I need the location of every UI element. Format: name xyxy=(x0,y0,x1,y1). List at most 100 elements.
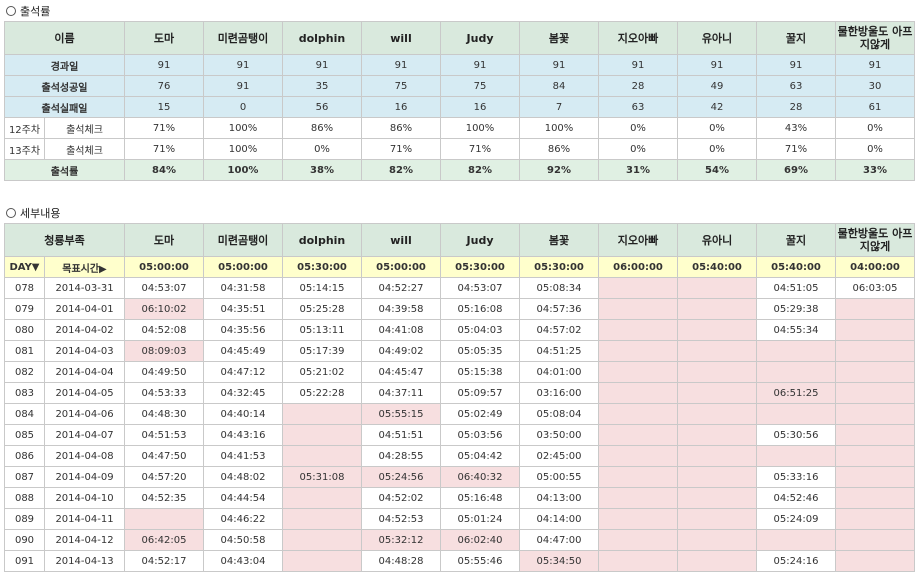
week-rate-value: 0% xyxy=(835,117,915,139)
week-rate-value: 71% xyxy=(756,138,836,160)
missed-time-cell xyxy=(756,340,837,362)
checkin-time-cell: 04:51:51 xyxy=(361,424,442,446)
total-rate-value: 92% xyxy=(519,159,599,181)
week-rate-value: 86% xyxy=(282,117,362,139)
checkin-time-cell: 04:28:55 xyxy=(361,445,442,467)
day-number: 083 xyxy=(4,382,45,404)
total-rate-value: 82% xyxy=(361,159,441,181)
header-row: 이름 도마 미련곰탱이 dolphin will Judy 봄꽃 지오아빠 유아니 꿀지 물한방울도… xyxy=(4,21,915,55)
day-number: 078 xyxy=(4,277,45,299)
missed-time-cell xyxy=(282,508,363,530)
week-rate-value: 100% xyxy=(519,117,599,139)
target-time-value: 05:30:00 xyxy=(519,256,600,278)
checkin-time-cell: 04:52:46 xyxy=(756,487,837,509)
stat-value: 7 xyxy=(519,96,599,118)
checkin-time-cell: 04:53:33 xyxy=(124,382,205,404)
stat-value: 16 xyxy=(440,96,520,118)
checkin-time-cell: 05:29:38 xyxy=(756,298,837,320)
missed-time-cell xyxy=(677,550,758,572)
checkin-time-cell: 05:14:15 xyxy=(282,277,363,299)
missed-time-cell xyxy=(835,487,916,509)
checkin-time-cell: 05:08:34 xyxy=(519,277,600,299)
checkin-time-cell: 04:52:27 xyxy=(361,277,442,299)
checkin-time-cell: 04:35:56 xyxy=(203,319,284,341)
missed-time-cell xyxy=(598,319,679,341)
missed-time-cell: 05:31:08 xyxy=(282,466,363,488)
week-rate-value: 43% xyxy=(756,117,836,139)
record-row: 079 2014-04-01 06:10:02 04:35:51 05:25:28 04:… xyxy=(4,298,916,320)
checkin-time-cell: 05:03:56 xyxy=(440,424,521,446)
missed-time-cell xyxy=(677,508,758,530)
checkin-time-cell: 04:49:02 xyxy=(361,340,442,362)
target-time-row: DAY▼ 목표시간▶ 05:00:00 05:00:00 05:30:00 05:00:0… xyxy=(4,256,916,278)
checkin-time-cell: 05:05:35 xyxy=(440,340,521,362)
checkin-time-cell: 04:46:22 xyxy=(203,508,284,530)
missed-time-cell xyxy=(835,340,916,362)
stat-label: 출석성공일 xyxy=(4,75,125,97)
checkin-time-cell: 04:41:08 xyxy=(361,319,442,341)
stat-value: 75 xyxy=(440,75,520,97)
checkin-time-cell: 05:01:24 xyxy=(440,508,521,530)
missed-time-cell xyxy=(677,319,758,341)
stat-value: 91 xyxy=(598,54,678,76)
checkin-time-cell: 04:14:00 xyxy=(519,508,600,530)
missed-time-cell xyxy=(677,298,758,320)
checkin-time-cell: 04:52:02 xyxy=(361,487,442,509)
record-date: 2014-04-02 xyxy=(43,319,126,341)
checkin-time-cell: 05:55:46 xyxy=(440,550,521,572)
stat-value: 0 xyxy=(203,96,283,118)
record-row: 081 2014-04-03 08:09:03 04:45:49 05:17:39 04:… xyxy=(4,340,916,362)
day-number: 089 xyxy=(4,508,45,530)
stat-value: 35 xyxy=(282,75,362,97)
week-rate-value: 71% xyxy=(124,117,204,139)
missed-time-cell xyxy=(282,550,363,572)
missed-time-cell xyxy=(756,361,837,383)
checkin-time-cell: 04:45:49 xyxy=(203,340,284,362)
stat-row: 경과일 91 91 91 91 91 91 91 91 91 91 xyxy=(4,54,915,76)
missed-time-cell xyxy=(598,340,679,362)
week-rate-value: 86% xyxy=(361,117,441,139)
missed-time-cell xyxy=(835,529,916,551)
member-name-header: 물한방울도 아프지않게 xyxy=(835,223,916,257)
total-rate-value: 54% xyxy=(677,159,757,181)
checkin-time-cell: 02:45:00 xyxy=(519,445,600,467)
checkin-time-cell: 05:30:56 xyxy=(756,424,837,446)
member-name-header: 미련곰탱이 xyxy=(203,223,284,257)
target-time-value: 05:30:00 xyxy=(282,256,363,278)
total-rate-value: 33% xyxy=(835,159,915,181)
checkin-time-cell: 04:43:04 xyxy=(203,550,284,572)
stat-row: 출석실패일 15 0 56 16 16 7 63 42 28 61 xyxy=(4,96,915,118)
checkin-time-cell: 04:52:08 xyxy=(124,319,205,341)
total-rate-value: 84% xyxy=(124,159,204,181)
checkin-time-cell: 04:44:54 xyxy=(203,487,284,509)
missed-time-cell xyxy=(835,361,916,383)
record-row: 083 2014-04-05 04:53:33 04:32:45 05:22:28 04:… xyxy=(4,382,916,404)
checkin-time-cell: 05:16:48 xyxy=(440,487,521,509)
checkin-time-cell: 04:52:53 xyxy=(361,508,442,530)
checkin-time-cell: 04:13:00 xyxy=(519,487,600,509)
checkin-time-cell: 05:15:38 xyxy=(440,361,521,383)
member-name-header: 미련곰탱이 xyxy=(203,21,283,55)
week-rate-value: 100% xyxy=(440,117,520,139)
missed-time-cell xyxy=(598,550,679,572)
checkin-time-cell: 05:04:42 xyxy=(440,445,521,467)
member-name-header: dolphin xyxy=(282,223,363,257)
week-rate-value: 100% xyxy=(203,117,283,139)
stat-value: 91 xyxy=(756,54,836,76)
day-number: 087 xyxy=(4,466,45,488)
missed-time-cell xyxy=(124,508,205,530)
checkin-time-cell: 05:17:39 xyxy=(282,340,363,362)
target-time-value: 05:30:00 xyxy=(440,256,521,278)
missed-time-cell xyxy=(835,508,916,530)
checkin-time-cell: 04:48:02 xyxy=(203,466,284,488)
stat-value: 42 xyxy=(677,96,757,118)
checkin-time-cell: 04:32:45 xyxy=(203,382,284,404)
checkin-time-cell: 05:33:16 xyxy=(756,466,837,488)
stat-value: 76 xyxy=(124,75,204,97)
week-check-label: 출석체크 xyxy=(44,138,125,160)
missed-time-cell: 06:51:25 xyxy=(756,382,837,404)
total-label: 출석률 xyxy=(4,159,125,181)
missed-time-cell xyxy=(835,466,916,488)
missed-time-cell xyxy=(677,361,758,383)
checkin-time-cell: 04:52:35 xyxy=(124,487,205,509)
